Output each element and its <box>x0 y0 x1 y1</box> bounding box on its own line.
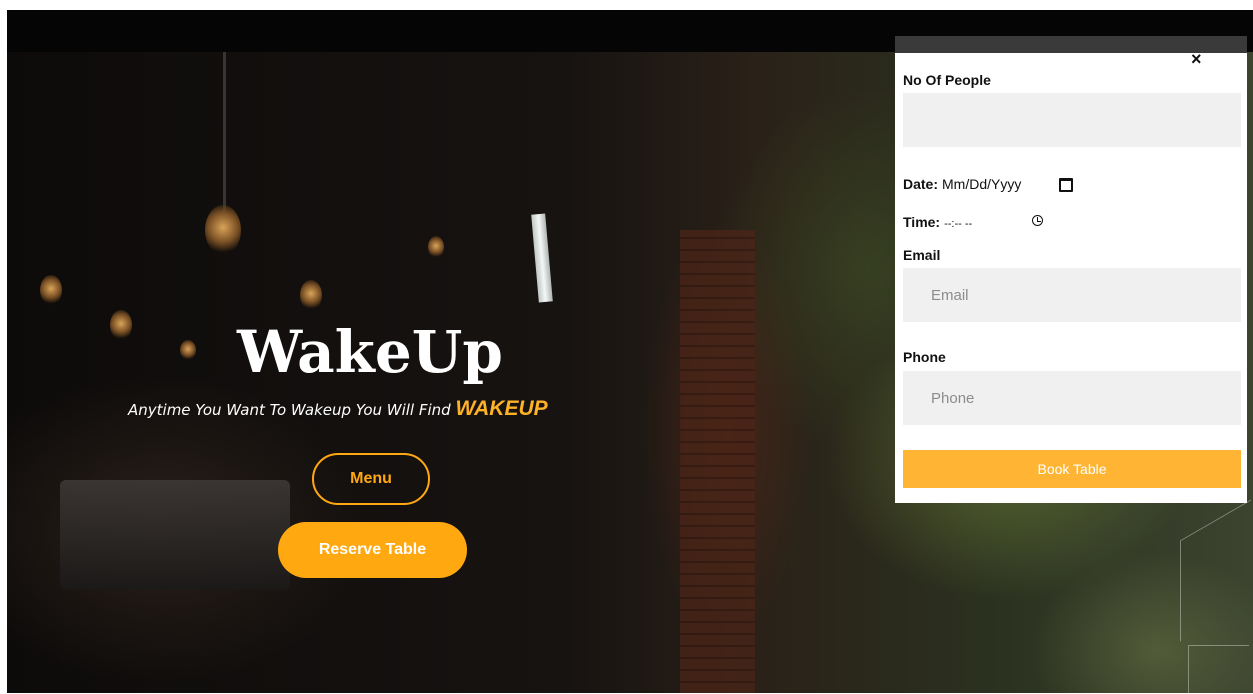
booking-form-panel: × No Of People Date: Mm/Dd/Yyyy Time: --:-… <box>895 36 1247 503</box>
hero-tagline: Anytime You Want To Wakeup You Will Find… <box>128 397 728 421</box>
phone-field[interactable] <box>903 371 1241 425</box>
clock-icon[interactable] <box>1032 215 1043 226</box>
email-label: Email <box>903 247 941 263</box>
tagline-accent: WAKEUP <box>455 397 548 420</box>
time-label: Time: <box>903 214 941 230</box>
reserve-table-button[interactable]: Reserve Table <box>278 522 467 578</box>
tagline-text: Anytime You Want To Wakeup You Will Find <box>128 401 451 419</box>
hero-title: WakeUp <box>237 318 503 386</box>
email-field[interactable] <box>903 268 1241 322</box>
book-table-button[interactable]: Book Table <box>903 450 1241 488</box>
date-label: Date: <box>903 176 939 192</box>
menu-button[interactable]: Menu <box>312 453 430 505</box>
time-input[interactable]: --:-- -- <box>944 218 972 230</box>
date-field[interactable]: Date: Mm/Dd/Yyyy <box>903 176 1021 192</box>
time-field[interactable]: Time: --:-- -- <box>903 214 972 230</box>
calendar-icon[interactable] <box>1059 178 1073 192</box>
date-input[interactable]: Mm/Dd/Yyyy <box>942 176 1021 192</box>
people-input[interactable] <box>903 93 1241 147</box>
close-icon[interactable]: × <box>1191 49 1202 69</box>
people-label: No Of People <box>903 72 991 88</box>
phone-label: Phone <box>903 349 946 365</box>
